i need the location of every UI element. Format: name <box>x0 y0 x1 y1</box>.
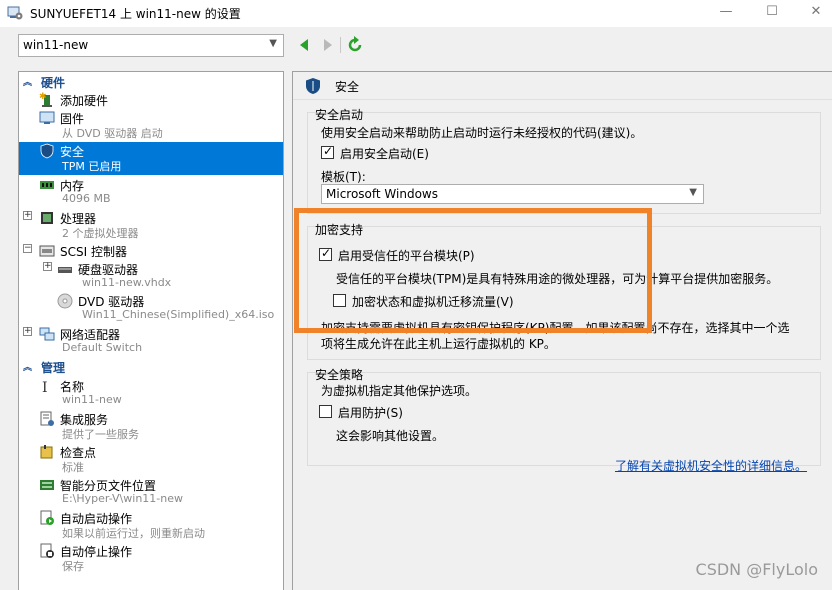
encrypt-state-migration-checkbox[interactable] <box>333 294 346 307</box>
enable-tpm-checkbox[interactable] <box>319 246 332 261</box>
hardware-section-header[interactable]: ︽ 硬件 <box>19 74 283 90</box>
template-select-value: Microsoft Windows <box>326 187 438 201</box>
enable-secure-boot-label[interactable]: 启用安全启动(E) <box>340 145 429 162</box>
tree-item-sublabel: E:\Hyper-V\win11-new <box>62 492 183 505</box>
shield-icon <box>306 78 320 94</box>
expand-icon[interactable]: + <box>23 327 32 336</box>
memory-icon <box>40 181 54 189</box>
security-policy-title: 安全策略 <box>315 368 364 382</box>
tree-item-label: 添加硬件 <box>60 94 109 108</box>
panel-header: 安全 <box>293 72 832 100</box>
auto-stop-icon <box>40 543 54 558</box>
tree-item-sublabel: 标准 <box>62 461 84 474</box>
back-icon[interactable] <box>296 36 314 54</box>
name-text-icon: I <box>42 380 48 394</box>
tree-item-sublabel: TPM 已启用 <box>62 160 122 173</box>
management-section-header[interactable]: ︽ 管理 <box>19 359 283 375</box>
shielding-note: 这会影响其他设置。 <box>336 429 445 443</box>
tree-item-auto-stop[interactable]: 自动停止操作 保存 <box>19 542 283 575</box>
dvd-disc-icon <box>57 293 73 309</box>
integration-services-icon <box>40 411 54 426</box>
expand-icon[interactable]: + <box>23 211 32 220</box>
enable-tpm-label[interactable]: 启用受信任的平台模块(P) <box>338 247 475 264</box>
enable-secure-boot-checkbox[interactable] <box>321 144 334 159</box>
tree-item-checkpoints[interactable]: 检查点 标准 <box>19 443 283 476</box>
management-section-label: 管理 <box>41 361 66 375</box>
maximize-button[interactable]: ☐ <box>762 3 782 21</box>
hardware-section-label: 硬件 <box>41 76 66 90</box>
tree-item-firmware[interactable]: 固件 从 DVD 驱动器 启动 <box>19 109 283 142</box>
auto-start-icon <box>40 510 54 525</box>
settings-tree: ︽ 硬件 ✱ 添加硬件 固件 从 DVD 驱动器 启动 安全 TPM 已启用 内… <box>18 71 284 590</box>
tree-item-sublabel: 提供了一些服务 <box>62 428 139 441</box>
template-label: 模板(T): <box>321 170 366 184</box>
tree-item-processor[interactable]: + 处理器 2 个虚拟处理器 <box>19 209 283 242</box>
processor-icon <box>41 212 53 224</box>
tree-item-integration-services[interactable]: 集成服务 提供了一些服务 <box>19 410 283 443</box>
collapse-icon: ︽ <box>23 78 33 88</box>
panel-content: 安全启动 使用安全启动来帮助防止启动时运行未经授权的代码(建议)。 启用安全启动… <box>293 100 832 590</box>
tree-item-sublabel: Win11_Chinese(Simplified)_x64.iso <box>82 308 275 321</box>
tree-item-sublabel: 如果以前运行过，则重新启动 <box>62 527 205 540</box>
chevron-down-icon: ▼ <box>269 38 277 49</box>
title-bar: SUNYUEFET14 上 win11-new 的设置 — ☐ ✕ <box>0 0 832 27</box>
refresh-icon[interactable] <box>346 36 364 54</box>
expand-icon[interactable]: + <box>43 262 52 271</box>
tree-item-name[interactable]: I 名称 win11-new <box>19 377 283 410</box>
shield-icon <box>40 143 54 159</box>
vm-select[interactable]: win11-new ▼ <box>18 34 284 57</box>
smart-paging-icon <box>40 480 54 490</box>
watermark: CSDN @FlyLolo <box>695 560 818 579</box>
kp-note-line2: 项将生成允许在此主机上运行虚拟机的 KP。 <box>321 337 556 351</box>
panel-title: 安全 <box>335 80 360 94</box>
window-title: SUNYUEFET14 上 win11-new 的设置 <box>30 7 241 21</box>
security-policy-description: 为虚拟机指定其他保护选项。 <box>321 384 478 398</box>
tree-item-sublabel: 2 个虚拟处理器 <box>62 227 139 240</box>
tree-item-network-adapter[interactable]: + 网络适配器 Default Switch <box>19 325 283 358</box>
tree-item-dvd-drive[interactable]: DVD 驱动器 Win11_Chinese(Simplified)_x64.is… <box>19 292 283 325</box>
scsi-controller-icon <box>39 245 55 257</box>
close-button[interactable]: ✕ <box>806 3 826 21</box>
kp-note-line1: 加密支持需要虚拟机具有密钥保护程序(KP)配置。如果该配置尚不存在，选择其中一个… <box>321 321 790 335</box>
tree-item-hard-drive[interactable]: + 硬盘驱动器 win11-new.vhdx <box>19 260 283 293</box>
hard-drive-icon <box>58 267 72 273</box>
enable-shielding-checkbox[interactable] <box>319 405 332 418</box>
hyperv-settings-icon <box>7 6 23 20</box>
enable-shielding-label[interactable]: 启用防护(S) <box>338 404 403 421</box>
tree-item-memory[interactable]: 内存 4096 MB <box>19 176 283 209</box>
chevron-down-icon: ▼ <box>689 187 697 198</box>
toolbar-divider <box>340 37 341 53</box>
tree-item-sublabel: 从 DVD 驱动器 启动 <box>62 127 163 140</box>
toolbar: win11-new ▼ <box>0 27 832 65</box>
encrypt-state-migration-label[interactable]: 加密状态和虚拟机迁移流量(V) <box>352 293 514 310</box>
encryption-support-title: 加密支持 <box>315 223 364 237</box>
minimize-button[interactable]: — <box>716 3 736 21</box>
firmware-icon <box>39 111 55 124</box>
tree-item-sublabel: Default Switch <box>62 341 143 354</box>
tree-item-smart-paging[interactable]: 智能分页文件位置 E:\Hyper-V\win11-new <box>19 476 283 509</box>
svg-text:✱: ✱ <box>39 92 47 102</box>
vm-select-value: win11-new <box>23 38 89 52</box>
tree-item-sublabel: 4096 MB <box>62 192 111 205</box>
tree-item-label: SCSI 控制器 <box>60 245 127 259</box>
tree-item-sublabel: win11-new <box>62 393 122 406</box>
learn-more-link[interactable]: 了解有关虚拟机安全性的详细信息。 <box>615 457 807 474</box>
secure-boot-description: 使用安全启动来帮助防止启动时运行未经授权的代码(建议)。 <box>321 126 643 140</box>
checkpoint-icon <box>40 445 53 459</box>
tree-item-sublabel: win11-new.vhdx <box>82 276 172 289</box>
tree-item-security[interactable]: 安全 TPM 已启用 <box>19 142 283 175</box>
tree-item-sublabel: 保存 <box>62 560 84 573</box>
svg-text:I: I <box>42 380 48 394</box>
tree-item-auto-start[interactable]: 自动启动操作 如果以前运行过，则重新启动 <box>19 509 283 542</box>
add-hardware-icon: ✱ <box>39 92 52 107</box>
tpm-description: 受信任的平台模块(TPM)是具有特殊用途的微处理器，可为计算平台提供加密服务。 <box>336 272 779 286</box>
collapse-icon[interactable]: − <box>23 244 32 253</box>
security-settings-panel: 安全 安全启动 使用安全启动来帮助防止启动时运行未经授权的代码(建议)。 启用安… <box>292 71 832 590</box>
template-select[interactable]: Microsoft Windows ▼ <box>321 184 704 204</box>
forward-icon[interactable] <box>318 36 336 54</box>
collapse-icon: ︽ <box>23 363 33 373</box>
secure-boot-title: 安全启动 <box>315 108 364 122</box>
network-adapter-icon <box>39 327 55 341</box>
